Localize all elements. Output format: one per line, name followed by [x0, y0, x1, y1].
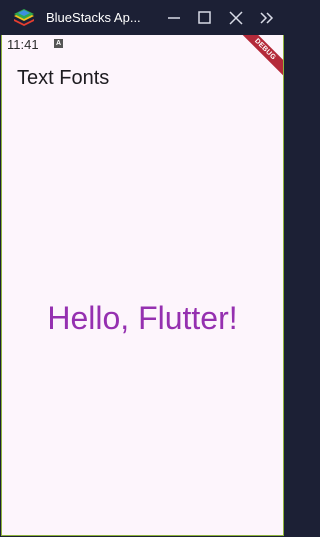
expand-sidebar-button[interactable]	[255, 6, 279, 30]
page-title: Text Fonts	[17, 67, 110, 89]
double-chevron-right-icon	[260, 12, 274, 24]
bluestacks-logo-icon	[12, 7, 36, 29]
close-icon	[229, 11, 243, 25]
hello-text: Hello, Flutter!	[47, 300, 238, 336]
close-button[interactable]	[224, 6, 248, 30]
status-time: 11:41	[7, 37, 39, 52]
maximize-button[interactable]	[192, 6, 216, 30]
maximize-icon	[198, 11, 211, 24]
minimize-icon	[168, 17, 180, 19]
window-title: BlueStacks Ap...	[46, 10, 141, 25]
notification-a-icon: A	[54, 39, 63, 48]
minimize-button[interactable]	[162, 6, 186, 30]
window-titlebar: BlueStacks Ap...	[0, 0, 285, 35]
android-screen: 11:41 A DEBUG Text Fonts Hello, Flutter!	[1, 35, 284, 536]
status-bar: 11:41 A	[2, 35, 283, 53]
